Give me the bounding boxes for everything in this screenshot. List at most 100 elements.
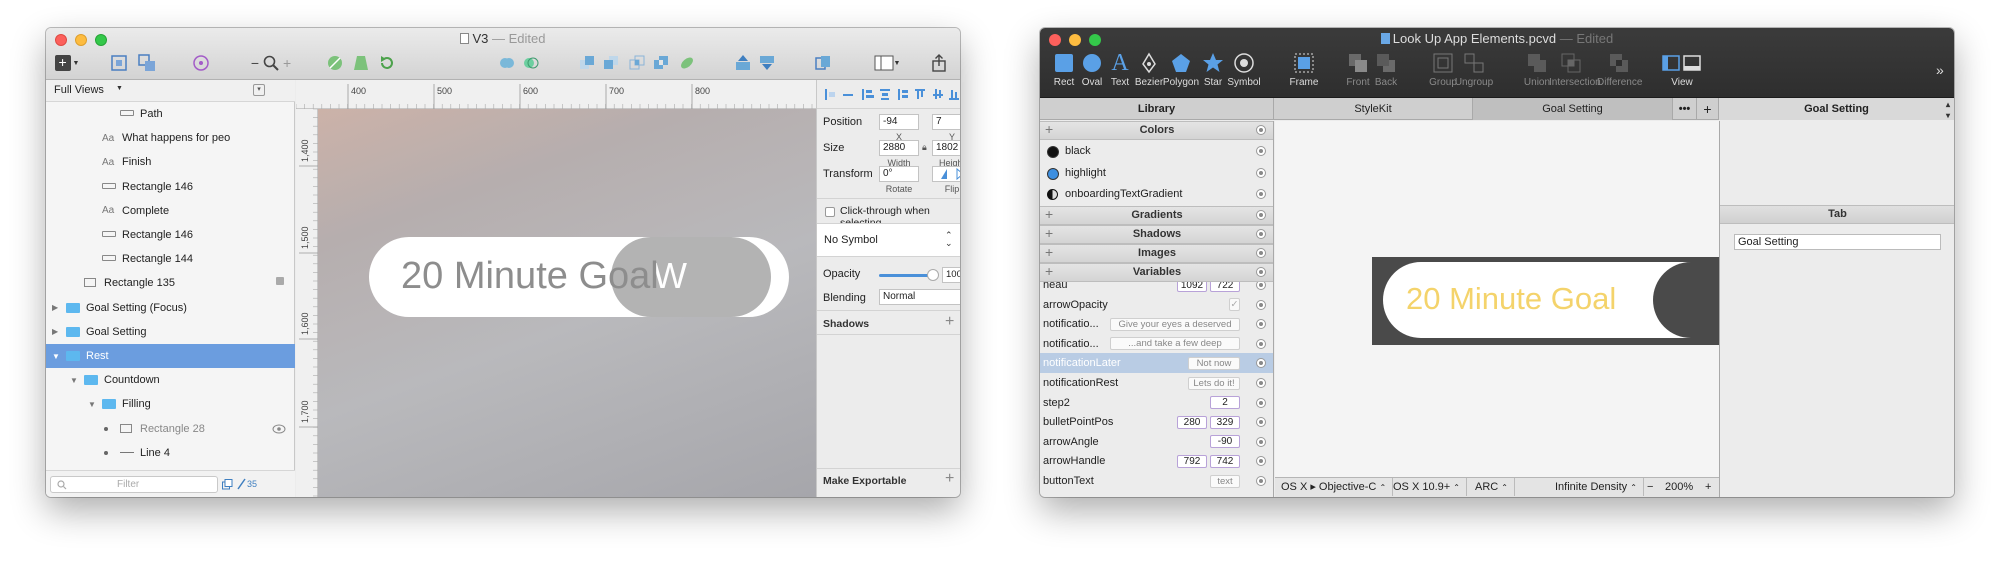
variable-y-value[interactable]: 329	[1210, 415, 1240, 429]
copy-icon[interactable]	[222, 479, 233, 490]
disclosure-closed-icon[interactable]: ▶	[52, 303, 58, 312]
filter-field[interactable]: Filter	[50, 476, 218, 493]
zoom-out-button[interactable]: −	[1643, 478, 1657, 496]
variable-row[interactable]: notificationLater Not now	[1040, 353, 1273, 374]
subtract-button[interactable]	[520, 52, 542, 74]
variable-radio[interactable]	[1256, 319, 1266, 330]
zoom-control[interactable]: − +	[244, 52, 298, 74]
variable-radio[interactable]	[1256, 299, 1266, 310]
pages-header[interactable]: Full Views ▼ ▾	[46, 80, 295, 102]
variable-row[interactable]: arrowHandle 792 742	[1040, 451, 1273, 471]
tab-name-field[interactable]: Goal Setting	[1734, 234, 1941, 250]
position-y-field[interactable]: 7	[932, 114, 960, 130]
slice-icon[interactable]	[236, 478, 246, 490]
symbol-selector[interactable]: No Symbol ⌃ ⌄	[817, 224, 960, 256]
lock-ratio-icon[interactable]: 🔒︎	[922, 142, 927, 153]
opacity-field[interactable]: 100%	[942, 267, 960, 283]
tab-goal-setting[interactable]: Goal Setting	[1473, 98, 1673, 120]
variable-radio[interactable]	[1256, 476, 1266, 486]
layer-row[interactable]: ▼ Countdown	[46, 368, 295, 392]
flip-control[interactable]	[932, 166, 960, 182]
make-exportable-label[interactable]: Make Exportable	[823, 475, 906, 487]
intersection-button[interactable]: Intersection	[1549, 50, 1601, 88]
clickthrough-checkbox[interactable]	[825, 207, 835, 217]
arc-selector[interactable]: ARC ⌃	[1469, 478, 1515, 496]
images-header[interactable]: + Images	[1040, 244, 1273, 263]
align-icons[interactable]	[817, 80, 960, 109]
union-button[interactable]	[496, 52, 518, 74]
colors-header[interactable]: + Colors	[1040, 121, 1273, 140]
layer-row[interactable]: Rectangle 144	[46, 247, 295, 271]
scissors-button[interactable]	[676, 52, 698, 74]
add-export-icon[interactable]: +	[945, 470, 954, 488]
share-button[interactable]	[928, 52, 950, 74]
variable-row[interactable]: notificatio... ...and take a few deep	[1040, 334, 1273, 354]
opacity-slider-knob[interactable]	[927, 269, 939, 281]
shadows-header[interactable]: + Shadows	[1040, 225, 1273, 244]
height-field[interactable]: 1802	[932, 140, 960, 156]
layer-row[interactable]: Rectangle 28	[46, 417, 295, 441]
layer-row[interactable]: Rectangle 135	[46, 271, 295, 295]
variable-row[interactable]: notificationRest Lets do it!	[1040, 373, 1273, 393]
intersect-button[interactable]	[626, 52, 648, 74]
layer-row[interactable]: Aa What happens for peo	[46, 126, 295, 150]
variable-text-value[interactable]: Give your eyes a deserved	[1110, 317, 1240, 331]
transform-button[interactable]	[350, 52, 372, 74]
disclosure-open-icon[interactable]: ▼	[88, 400, 96, 409]
frame-tool-button[interactable]: Frame	[1282, 50, 1326, 88]
rotate-button[interactable]	[376, 52, 398, 74]
layer-row[interactable]: Rectangle 146	[46, 223, 295, 247]
zoom-out-icon[interactable]: −	[251, 55, 259, 71]
forward-button[interactable]	[576, 52, 598, 74]
variable-row[interactable]: step2 2	[1040, 393, 1273, 413]
ungroup-button[interactable]: Ungroup	[1452, 50, 1496, 88]
variable-radio[interactable]	[1256, 338, 1266, 349]
difference-button[interactable]: Difference	[1597, 50, 1642, 88]
collapse-pages-icon[interactable]: ▾	[253, 84, 265, 96]
layout-button[interactable]: ▼	[872, 52, 902, 74]
overflow-chevron-icon[interactable]: »	[1936, 62, 1944, 78]
width-field[interactable]: 2880	[879, 140, 919, 156]
color-radio[interactable]	[1256, 189, 1266, 199]
variable-radio[interactable]	[1256, 397, 1266, 408]
flip-icons[interactable]	[933, 167, 960, 181]
checkmark-icon[interactable]: ✓	[1229, 298, 1240, 312]
ungroup-button[interactable]	[136, 52, 158, 74]
back-button[interactable]: Back	[1364, 50, 1408, 88]
add-tab-icon[interactable]: +	[1697, 98, 1719, 120]
gradients-header[interactable]: + Gradients	[1040, 206, 1273, 225]
insert-button[interactable]: + ▼	[54, 52, 80, 74]
disclosure-closed-icon[interactable]: ▶	[52, 327, 58, 336]
layer-row[interactable]: Aa Finish	[46, 150, 295, 174]
add-shadow-icon[interactable]: +	[945, 313, 954, 331]
view-button[interactable]	[756, 52, 778, 74]
difference-button[interactable]	[650, 52, 672, 74]
color-item[interactable]: onboardingTextGradient	[1040, 184, 1273, 204]
zoom-in-button[interactable]: +	[1703, 478, 1713, 496]
layer-row[interactable]: Rectangle 146	[46, 175, 295, 199]
variable-radio[interactable]	[1256, 456, 1266, 467]
layer-row[interactable]: ▶ Goal Setting (Focus)	[46, 296, 295, 320]
os-selector[interactable]: OS X 10.9+ ⌃	[1387, 478, 1467, 496]
tab-more-icon[interactable]: •••	[1673, 98, 1697, 120]
variable-row[interactable]: buttonText text	[1040, 471, 1273, 491]
inspector-tab[interactable]: Goal Setting ▴ ▾	[1719, 98, 1954, 120]
layer-row[interactable]: Path	[46, 102, 295, 126]
variable-text-value[interactable]: ...and take a few deep	[1110, 337, 1240, 351]
group-button[interactable]	[108, 52, 130, 74]
tab-stylekit[interactable]: StyleKit	[1274, 98, 1473, 120]
pages-selector-label[interactable]: Full Views	[54, 84, 104, 96]
eye-icon[interactable]	[272, 424, 286, 434]
tab-library[interactable]: Library	[1040, 98, 1274, 120]
position-x-field[interactable]: -94	[879, 114, 919, 130]
edit-button[interactable]	[324, 52, 346, 74]
variable-row[interactable]: notificatio... Give your eyes a deserved	[1040, 314, 1273, 334]
view-button[interactable]: View	[1652, 50, 1712, 88]
mirror-button[interactable]	[732, 52, 754, 74]
variable-text-value[interactable]: Lets do it!	[1188, 376, 1240, 390]
variable-row[interactable]: arrowOpacity ✓	[1040, 295, 1273, 315]
layer-row[interactable]: Aa Complete	[46, 199, 295, 223]
variable-text-value[interactable]: text	[1210, 474, 1240, 488]
variable-number-value[interactable]: -90	[1210, 435, 1240, 449]
pill-knob[interactable]	[1653, 262, 1719, 338]
